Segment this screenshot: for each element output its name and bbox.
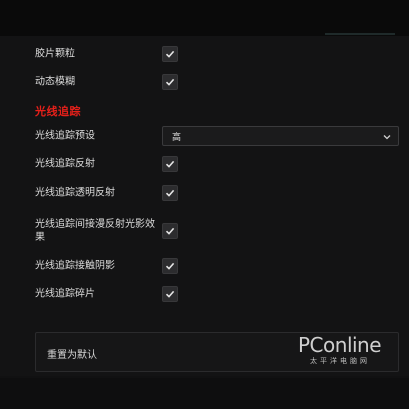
raytracing-reflections-checkbox[interactable] [162,156,178,172]
indirect-diffuse-checkbox[interactable] [162,223,178,239]
setting-row-contact-shadows: 光线追踪接触阴影 [35,254,405,278]
contact-shadows-label: 光线追踪接触阴影 [35,260,115,272]
setting-row-raytracing-reflections: 光线追踪反射 [35,152,405,176]
setting-row-raytracing-preset: 光线追踪预设 高 [35,124,405,148]
checkmark-icon [165,227,175,235]
debris-label: 光线追踪碎片 [35,288,95,300]
motion-blur-label: 动态模糊 [35,76,75,88]
raytracing-preset-value: 高 [172,133,182,143]
setting-row-transparent-reflections: 光线追踪透明反射 [35,181,405,205]
contact-shadows-checkbox[interactable] [162,258,178,274]
reset-defaults-label: 重置为默认 [47,350,97,361]
watermark-logo: PConline [298,333,382,357]
bottom-bar [0,378,409,409]
raytracing-preset-label: 光线追踪预设 [35,130,95,142]
checkmark-icon [165,290,175,298]
setting-row-film-grain: 胶片颗粒 [35,42,405,66]
settings-screen: 胶片颗粒 动态模糊 光线追踪 光线追踪预设 高 光线追踪反射 光线追踪透明反射 … [0,0,409,409]
debris-checkbox[interactable] [162,286,178,302]
motion-blur-checkbox[interactable] [162,74,178,90]
checkmark-icon [165,262,175,270]
setting-row-indirect-diffuse: 光线追踪间接漫反射光影效果 [35,214,405,248]
transparent-reflections-label: 光线追踪透明反射 [35,187,115,199]
setting-row-motion-blur: 动态模糊 [35,70,405,94]
top-bar-accent [325,33,395,35]
raytracing-reflections-label: 光线追踪反射 [35,158,95,170]
checkmark-icon [165,160,175,168]
checkmark-icon [165,189,175,197]
checkmark-icon [165,78,175,86]
film-grain-checkbox[interactable] [162,46,178,62]
raytracing-section-title: 光线追踪 [35,105,81,118]
setting-row-debris: 光线追踪碎片 [35,282,405,306]
chevron-down-icon [383,135,391,140]
pconline-watermark: PConline 太平洋电脑网 [298,334,402,368]
raytracing-preset-select[interactable]: 高 [162,126,399,146]
transparent-reflections-checkbox[interactable] [162,185,178,201]
top-bar [0,0,409,36]
indirect-diffuse-label: 光线追踪间接漫反射光影效果 [35,219,155,243]
checkmark-icon [165,50,175,58]
watermark-subtitle: 太平洋电脑网 [310,357,370,365]
film-grain-label: 胶片颗粒 [35,48,75,60]
